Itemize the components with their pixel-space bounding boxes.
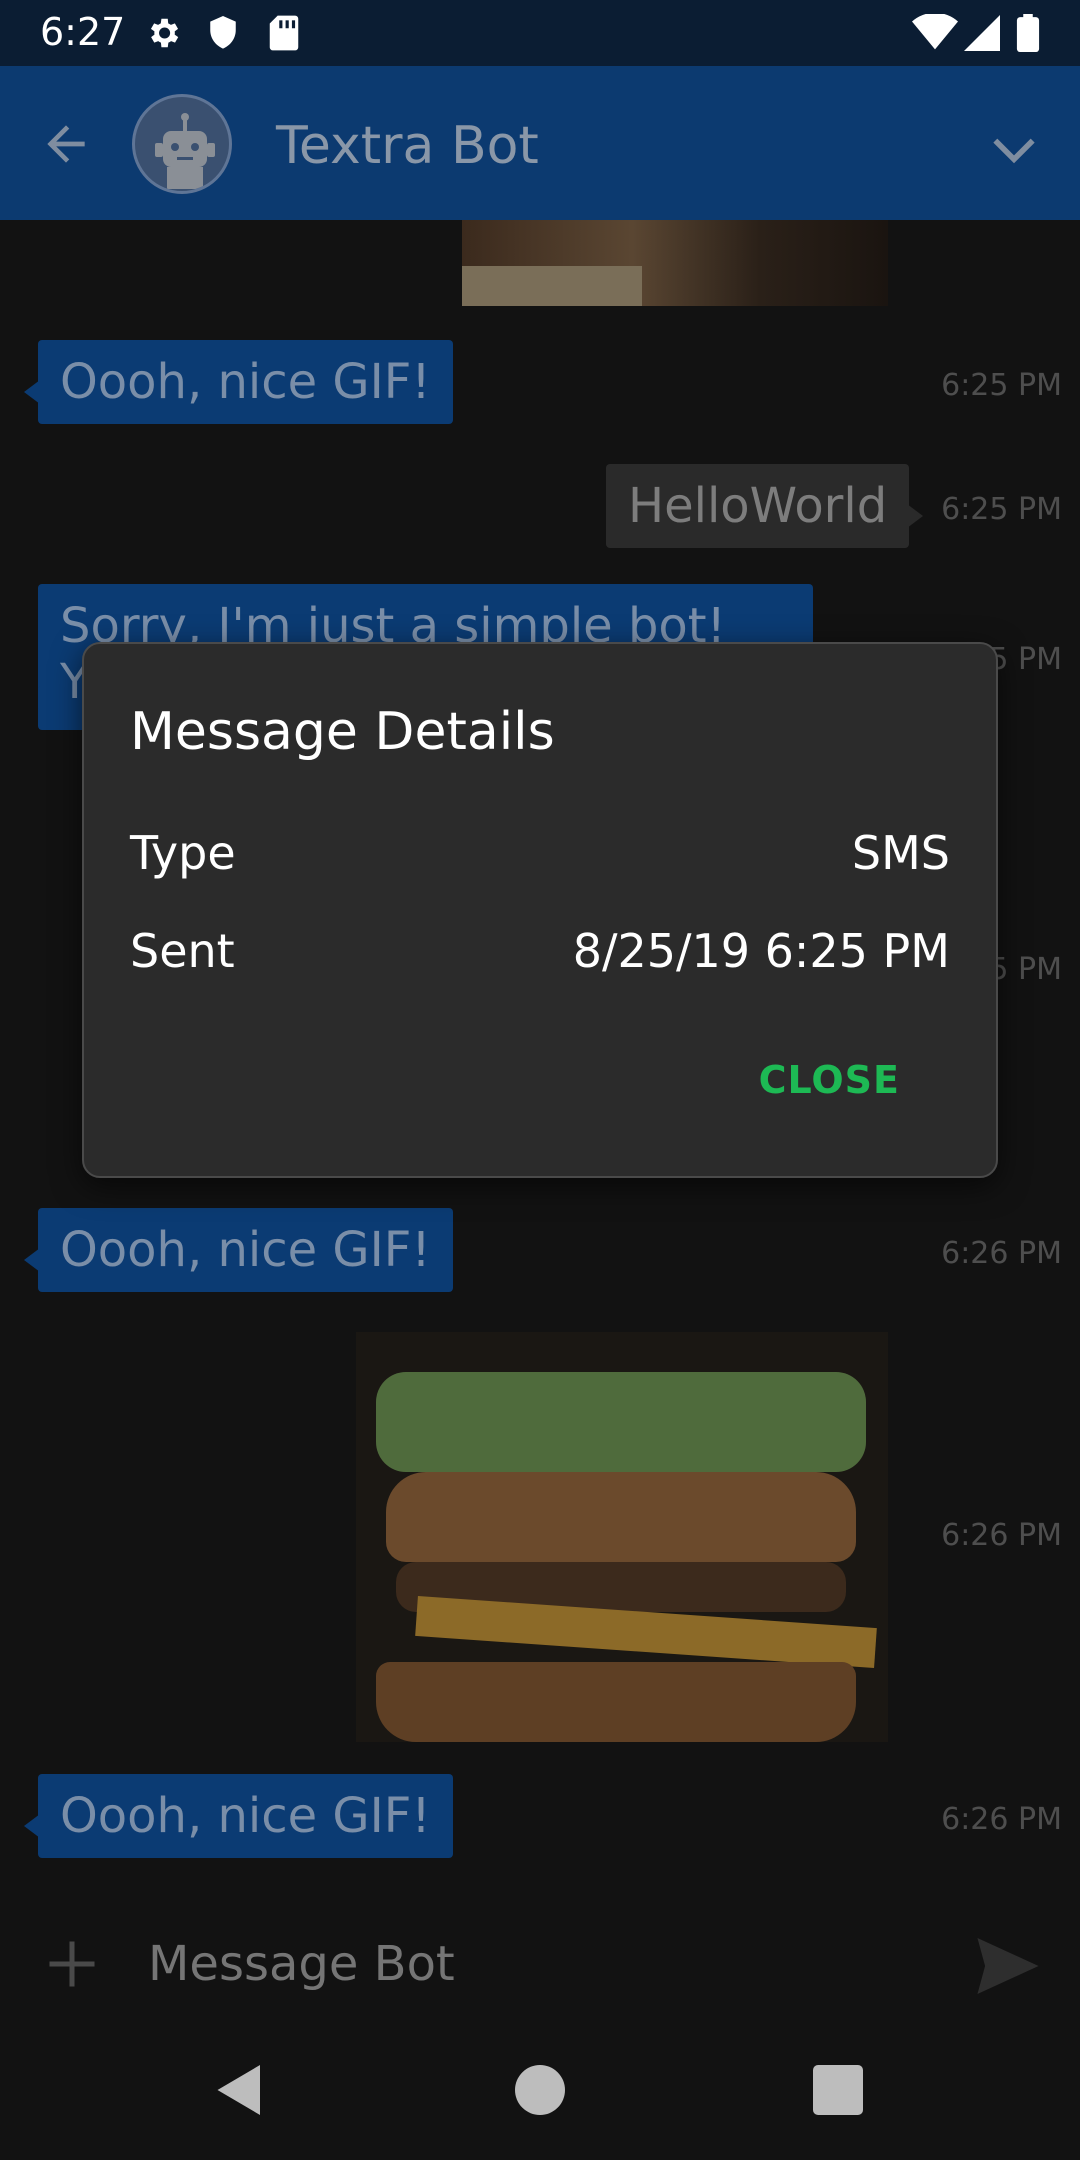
recents-square-icon[interactable] [808,2060,868,2120]
avatar[interactable] [132,94,232,194]
app-bar: Textra Bot [0,66,1080,220]
system-nav-bar [0,2016,1080,2160]
detail-label: Type [130,826,236,880]
message-bubble-incoming[interactable]: Oooh, nice GIF! [24,340,453,424]
signal-icon [964,15,1000,51]
message-timestamp: 6:26 PM [941,1236,1062,1271]
gif-thumbnail-top[interactable] [462,220,888,306]
message-text: Oooh, nice GIF! [60,354,431,410]
message-input[interactable] [148,1932,948,1996]
message-text: Oooh, nice GIF! [60,1222,431,1278]
wifi-icon [912,14,958,50]
shield-icon [210,16,236,49]
plus-icon[interactable] [42,1934,102,1994]
close-button[interactable]: CLOSE [759,1058,900,1102]
detail-value: SMS [851,826,950,880]
message-text: HelloWorld [628,478,888,534]
back-triangle-icon[interactable] [210,2060,270,2120]
status-bar: 6:27 [0,0,1080,66]
message-timestamp: 6:26 PM [941,1518,1062,1553]
detail-row-type: Type SMS [130,826,950,886]
chevron-down-icon[interactable] [986,122,1042,178]
message-timestamp: 6:25 PM [941,368,1062,403]
status-time: 6:27 [40,10,126,54]
send-icon[interactable] [976,1938,1040,1994]
message-bubble-outgoing[interactable]: HelloWorld [606,464,924,548]
conversation-title: Textra Bot [276,116,539,176]
home-circle-icon[interactable] [510,2060,570,2120]
arrow-back-icon[interactable] [38,116,94,172]
burger-gif[interactable] [356,1332,888,1742]
battery-icon [1016,14,1040,52]
detail-row-sent: Sent 8/25/19 6:25 PM [130,924,950,984]
detail-label: Sent [130,924,235,978]
message-bubble-incoming[interactable]: Oooh, nice GIF! [24,1774,453,1858]
robot-avatar-icon [155,113,215,189]
dialog-title: Message Details [130,702,555,762]
sd-card-icon [269,15,299,51]
message-timestamp: 6:26 PM [941,1802,1062,1837]
message-timestamp: 6:25 PM [941,492,1062,527]
message-details-dialog: Message Details Type SMS Sent 8/25/19 6:… [82,642,998,1178]
compose-bar [0,1910,1080,2016]
settings-icon [150,18,179,48]
detail-value: 8/25/19 6:25 PM [572,924,950,978]
message-bubble-incoming[interactable]: Oooh, nice GIF! [24,1208,453,1292]
message-text: Oooh, nice GIF! [60,1788,431,1844]
